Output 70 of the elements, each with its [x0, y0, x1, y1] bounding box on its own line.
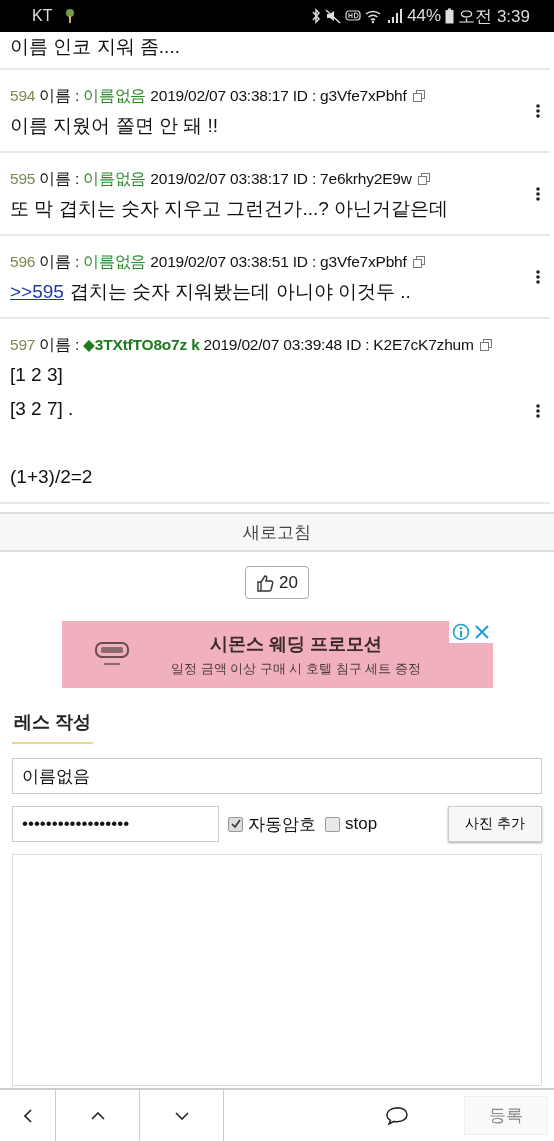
post-number: 597: [10, 336, 36, 353]
checkbox-label: 자동암호: [248, 813, 316, 836]
more-menu-icon[interactable]: [536, 269, 540, 284]
back-icon: [23, 1108, 32, 1123]
post-text: 이름 인코 지워 좀....: [10, 35, 180, 59]
more-menu-icon[interactable]: [536, 186, 540, 201]
id-label: ID :: [292, 170, 317, 187]
clock: 오전 3:39: [458, 5, 530, 28]
form-heading: 레스 작성: [12, 710, 93, 744]
id-label: ID :: [346, 336, 370, 353]
copy-icon[interactable]: [479, 339, 492, 351]
like-button[interactable]: 20: [245, 566, 309, 599]
id-label: ID :: [292, 253, 317, 270]
thumbs-up-icon: [256, 573, 275, 592]
post-text: 겹치는 숫자 지워봤는데 아니야 이것두 ..: [69, 281, 411, 302]
checkbox[interactable]: [228, 816, 243, 832]
post-number: 596: [10, 253, 36, 270]
poster-id: g3Vfe7xPbhf: [320, 253, 407, 270]
copy-icon[interactable]: [412, 90, 425, 102]
post-date: 2019/02/07 03:39:48: [203, 336, 343, 353]
add-photo-button[interactable]: 사진 추가: [448, 806, 542, 842]
poster-name: 이름없음: [83, 87, 147, 104]
battery-percent: 44%: [407, 6, 442, 26]
ad-title: 시몬스 웨딩 프로모션: [209, 632, 383, 656]
checkbox[interactable]: [325, 816, 340, 832]
post-text: 또 막 겹치는 숫자 지우고 그런건가...? 아닌거같은데: [10, 197, 450, 221]
ad-banner[interactable]: 시몬스 웨딩 프로모션 일정 금액 이상 구매 시 호텔 침구 세트 증정: [61, 621, 493, 688]
post-date: 2019/02/07 03:38:51: [150, 253, 289, 270]
post-date: 2019/02/07 03:38:17: [150, 170, 289, 187]
refresh-button[interactable]: 새로고침: [0, 512, 554, 552]
carrier-name: KT: [32, 7, 53, 25]
battery-icon: [445, 8, 455, 24]
more-menu-icon[interactable]: [536, 103, 540, 118]
poster-id: g3Vfe7xPbhf: [320, 87, 407, 104]
bluetooth-icon: [311, 8, 322, 24]
comment-icon[interactable]: [385, 1105, 409, 1126]
poster-name: 이름없음: [83, 253, 147, 270]
post-text: [3 2 7] .: [10, 397, 75, 421]
post-date: 2019/02/07 03:38:17: [150, 87, 289, 104]
tree-icon: [64, 8, 77, 24]
signal-icon: [387, 8, 404, 24]
id-label: ID :: [292, 87, 317, 104]
down-icon: [174, 1111, 189, 1120]
close-icon[interactable]: [473, 624, 490, 640]
copy-icon[interactable]: [412, 256, 425, 268]
checkbox-label: stop: [345, 814, 378, 834]
poster-name: ◆3TXtfTO8o7z k: [83, 336, 200, 353]
post-number: 595: [10, 170, 36, 187]
mute-icon: [325, 8, 342, 24]
up-icon: [90, 1111, 105, 1120]
post-text: 이름 지웠어 쫄면 안 돼 !!: [10, 114, 219, 138]
post-text: (1+3)/2=2: [10, 465, 94, 489]
info-icon[interactable]: [451, 623, 470, 641]
name-field[interactable]: 이름없음: [12, 758, 542, 794]
password-field[interactable]: ••••••••••••••••••: [12, 806, 219, 842]
check-icon: [230, 819, 241, 829]
name-label: 이름 :: [39, 170, 80, 187]
more-menu-icon[interactable]: [536, 403, 540, 418]
poster-id: K2E7cK7zhum: [373, 336, 474, 353]
ad-subtitle: 일정 금액 이상 구매 시 호텔 침구 세트 증정: [170, 659, 422, 678]
post-text: [1 2 3]: [10, 363, 64, 387]
name-label: 이름 :: [39, 336, 80, 353]
poster-name: 이름없음: [83, 170, 147, 187]
name-label: 이름 :: [39, 87, 80, 104]
hd-icon: [345, 9, 362, 23]
name-label: 이름 :: [39, 253, 80, 270]
reply-link[interactable]: >>595: [10, 281, 64, 302]
poster-id: 7e6krhy2E9w: [320, 170, 412, 187]
copy-icon[interactable]: [417, 173, 430, 185]
post-number: 594: [10, 87, 36, 104]
